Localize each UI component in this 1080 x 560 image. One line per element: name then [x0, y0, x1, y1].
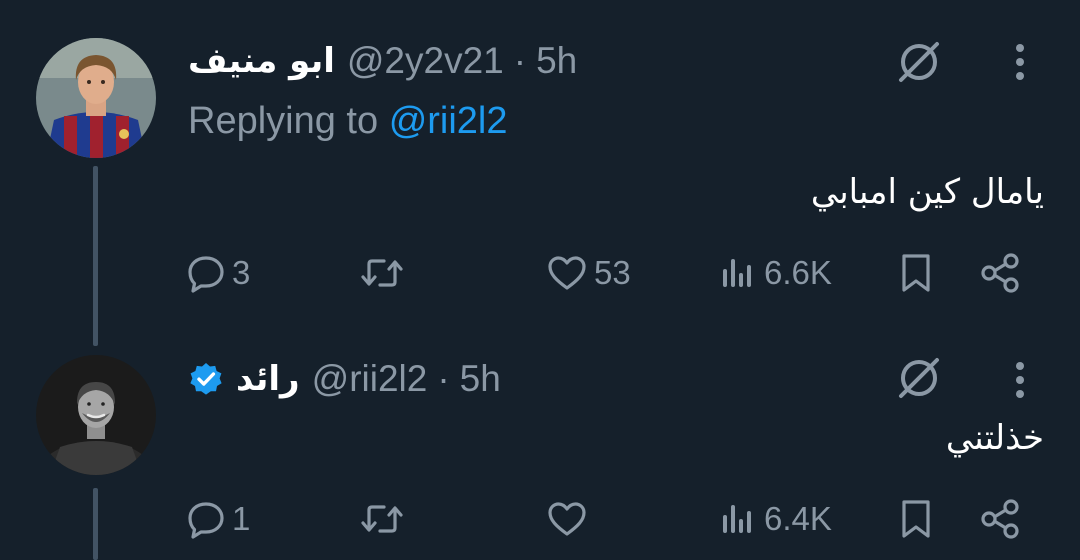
avatar[interactable] — [36, 38, 156, 158]
reply-button[interactable]: 1 — [186, 494, 250, 544]
more-vertical-icon[interactable] — [1008, 40, 1032, 84]
views-button[interactable]: 6.4K — [718, 494, 832, 544]
action-bar: 1 6.4K — [186, 494, 1036, 544]
thread-line — [93, 166, 98, 346]
bookmark-button[interactable] — [898, 494, 934, 544]
like-button[interactable] — [546, 494, 594, 544]
user-handle[interactable]: @rii2l2 — [312, 358, 428, 400]
views-count: 6.4K — [764, 500, 832, 537]
share-button[interactable] — [978, 248, 1022, 298]
timestamp[interactable]: 5h — [460, 358, 501, 400]
views-icon — [723, 505, 751, 533]
replying-to-mention[interactable]: @rii2l2 — [389, 100, 508, 142]
avatar[interactable] — [36, 355, 156, 475]
bookmark-icon — [902, 500, 930, 538]
like-count: 53 — [594, 254, 631, 291]
separator-dot: · — [437, 358, 450, 399]
verified-badge-icon — [188, 361, 224, 397]
display-name[interactable]: رائد — [236, 359, 300, 399]
heart-icon — [548, 256, 586, 290]
like-button[interactable]: 53 — [546, 248, 631, 298]
reply-button[interactable]: 3 — [186, 248, 250, 298]
more-vertical-icon[interactable] — [1008, 358, 1032, 402]
reply-thread: ابو منيف @2y2v21 · 5h Replying to @rii2l… — [0, 0, 1080, 560]
retweet-button[interactable] — [360, 494, 410, 544]
bookmark-button[interactable] — [898, 248, 934, 298]
tweet-text: يامال كين امبابي — [810, 172, 1044, 212]
reply-count: 3 — [232, 254, 251, 291]
thread-line — [93, 488, 98, 560]
timestamp[interactable]: 5h — [536, 40, 577, 82]
retweet-icon — [361, 259, 403, 287]
share-icon — [981, 253, 1019, 293]
retweet-button[interactable] — [360, 248, 410, 298]
tweet-header: رائد @rii2l2 · 5h — [188, 354, 501, 404]
tweet-text: خذلتني — [945, 418, 1044, 458]
user-handle[interactable]: @2y2v21 — [347, 40, 504, 82]
display-name[interactable]: ابو منيف — [188, 41, 335, 81]
grok-icon[interactable] — [893, 352, 945, 404]
reply-icon — [188, 502, 224, 539]
reply-icon — [188, 256, 224, 293]
retweet-icon — [361, 505, 403, 533]
bookmark-icon — [902, 254, 930, 292]
action-bar: 3 53 6.6K — [186, 248, 1036, 298]
replying-to-label: Replying to — [188, 100, 379, 142]
views-button[interactable]: 6.6K — [718, 248, 832, 298]
share-icon — [981, 499, 1019, 539]
replying-to: Replying to @rii2l2 — [188, 100, 508, 143]
heart-icon — [548, 502, 586, 536]
reply-count: 1 — [232, 500, 251, 537]
views-count: 6.6K — [764, 254, 832, 291]
tweet-header: ابو منيف @2y2v21 · 5h — [188, 36, 577, 86]
views-icon — [723, 259, 751, 287]
share-button[interactable] — [978, 494, 1022, 544]
separator-dot: · — [513, 40, 527, 81]
grok-icon[interactable] — [893, 36, 945, 88]
